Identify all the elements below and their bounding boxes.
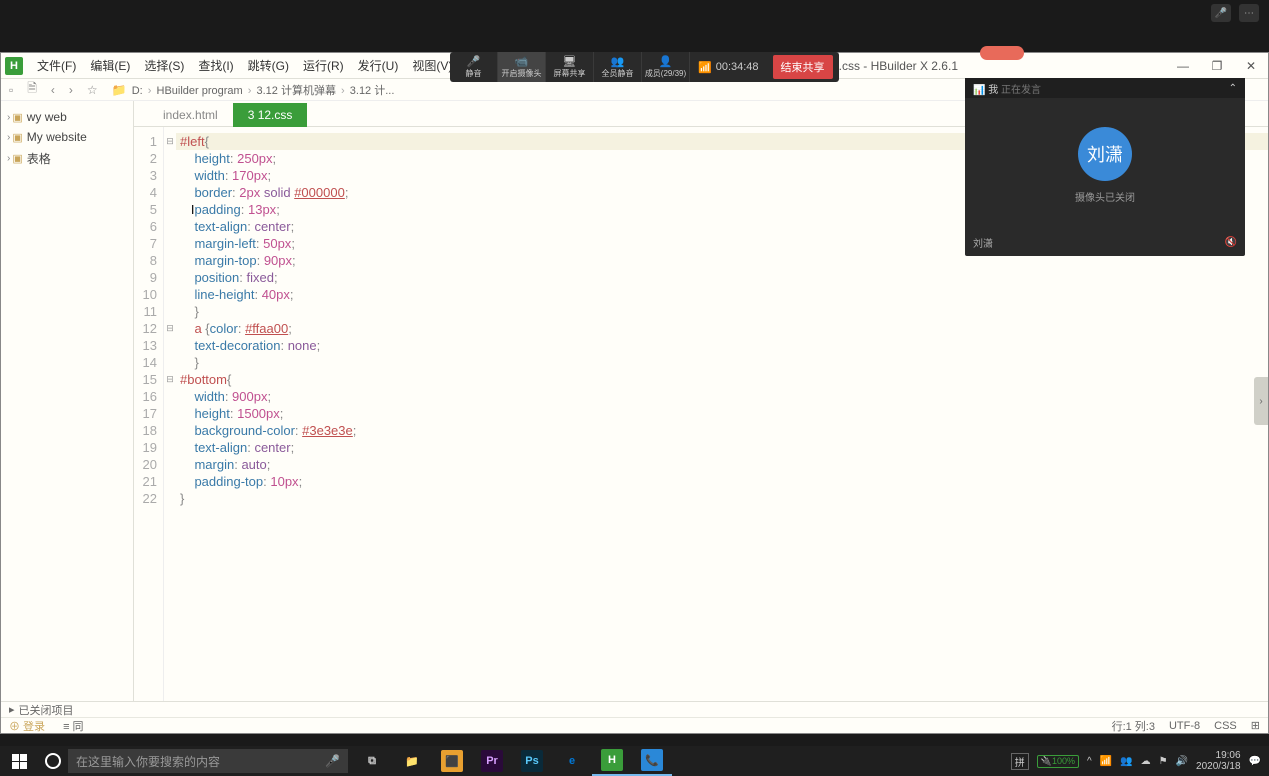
wifi-icon[interactable]: 📶 [1100,756,1112,767]
login-button[interactable]: ⊕ 登录 [9,718,45,734]
menu-edit[interactable]: 编辑(E) [84,55,136,76]
bc-part-1[interactable]: 3.12 计算机弹幕 [257,85,336,97]
me-label: 我 [988,85,998,96]
meet-mute-button[interactable]: 🎤静音 [450,52,498,82]
collapse-panel-icon[interactable]: ⌃ [1229,83,1237,94]
system-tray: 拼 🔌100% ^ 📶 👥 ☁ ⚑ 🔊 19:062020/3/18 💬 [1003,750,1269,772]
battery-indicator[interactable]: 🔌100% [1037,755,1079,768]
forward-icon[interactable]: › [69,83,73,97]
closed-projects-panel[interactable]: ▸ 已关闭项目 [1,701,1268,717]
browser-chrome-top: 🎤 ⋯ [0,0,1269,52]
collapse-icon[interactable]: ▸ [9,703,15,716]
floating-red-shape [980,46,1024,60]
taskbar-app-task-view[interactable]: ⧉ [352,746,392,776]
signal-icon: 📶 [698,61,712,74]
bars-icon: 📊 [973,85,985,96]
speaking-status: 正在发言 [1001,85,1041,96]
maximize-button[interactable]: ❐ [1200,54,1234,78]
windows-taskbar: 在这里输入你要搜索的内容 🎤 ⧉📁⬛PrPseH📞 拼 🔌100% ^ 📶 👥 … [0,746,1269,776]
windows-logo-icon [12,754,27,769]
menu-goto[interactable]: 跳转(G) [242,55,295,76]
more-icon[interactable]: ⋯ [1239,4,1259,22]
language-mode[interactable]: CSS [1214,720,1237,732]
taskbar-app-app-orange[interactable]: ⬛ [432,746,472,776]
meeting-timer: 📶00:34:48 [690,61,767,74]
participant-name: 刘潇 [973,235,993,250]
folder-icon: 📁 [112,83,127,97]
search-input[interactable]: 在这里输入你要搜索的内容 🎤 [68,749,348,773]
tab-3-12-css[interactable]: 3 12.css [233,103,308,127]
bc-drive[interactable]: D: [132,85,143,97]
clock[interactable]: 19:062020/3/18 [1196,750,1241,772]
participant-header: 📊 我 正在发言 ⌃ [965,78,1245,98]
camera-off-label: 摄像头已关闭 [1075,189,1135,204]
flag-icon[interactable]: ⚑ [1159,756,1168,767]
mic-icon[interactable]: 🎤 [325,754,340,768]
minimize-button[interactable]: — [1166,54,1200,78]
taskbar-apps: ⧉📁⬛PrPseH📞 [352,746,672,776]
tab-index-html[interactable]: index.html [148,103,233,127]
meet-camera-button[interactable]: 📹开启摄像头 [498,52,546,82]
start-button[interactable] [0,746,38,776]
breadcrumb[interactable]: 📁 D: › HBuilder program › 3.12 计算机弹幕 › 3… [110,82,395,98]
menu-file[interactable]: 文件(F) [31,55,82,76]
volume-icon[interactable]: 🔊 [1176,756,1188,767]
meet-mute-all-button[interactable]: 👥全员静音 [594,52,642,82]
participant-panel[interactable]: 📊 我 正在发言 ⌃ 刘潇 摄像头已关闭 刘潇 🔇 [965,78,1245,256]
menu-run[interactable]: 运行(R) [297,55,350,76]
closed-projects-label: 已关闭项目 [19,702,74,718]
taskbar-app-edge[interactable]: e [552,746,592,776]
status-bar: ⊕ 登录 ≡ 同 行:1 列:3 UTF-8 CSS ⊞ [1,717,1268,733]
menu-select[interactable]: 选择(S) [138,55,190,76]
taskbar-app-tencent-meeting[interactable]: 📞 [632,746,672,776]
tree-item-wyweb[interactable]: ›▣wy web [1,107,133,127]
end-share-button[interactable]: 结束共享 [773,55,833,79]
grid-icon[interactable]: ⊞ [1251,719,1260,732]
cursor-position: 行:1 列:3 [1112,718,1155,734]
back-icon[interactable]: ‹ [51,83,55,97]
mute-indicator-icon: 🔇 [1225,237,1237,248]
app-logo: H [5,57,23,75]
cloud-icon[interactable]: ☁ [1141,756,1151,767]
mic-icon[interactable]: 🎤 [1211,4,1231,22]
new-file-icon[interactable]: ▫ [9,83,13,97]
search-placeholder: 在这里输入你要搜索的内容 [76,753,220,770]
menu-find[interactable]: 查找(I) [192,55,239,76]
avatar: 刘潇 [1078,127,1132,181]
close-button[interactable]: ✕ [1234,54,1268,78]
taskbar-app-hbuilder[interactable]: H [592,746,632,776]
bc-part-0[interactable]: HBuilder program [157,85,243,97]
bc-part-2[interactable]: 3.12 计... [350,85,395,97]
meet-share-button[interactable]: 🖥屏幕共享 [546,52,594,82]
encoding[interactable]: UTF-8 [1169,720,1200,732]
save-icon[interactable]: 🗎 [27,79,37,100]
cortana-button[interactable] [38,753,68,769]
notifications-icon[interactable]: 💬 [1249,756,1261,767]
star-icon[interactable]: ☆ [87,83,98,97]
sync-button[interactable]: ≡ 同 [63,718,83,734]
meet-members-button[interactable]: 👤成员(29/39) [642,52,690,82]
ime-indicator[interactable]: 拼 [1011,753,1029,770]
tree-item-mywebsite[interactable]: ›▣My website [1,127,133,147]
taskbar-app-premiere[interactable]: Pr [472,746,512,776]
fold-column: ⊟⊟⊟ [164,127,176,701]
cortana-icon [45,753,61,769]
taskbar-app-explorer[interactable]: 📁 [392,746,432,776]
tray-expand-icon[interactable]: ^ [1087,756,1092,767]
line-number-gutter: 12345678910111213141516171819202122 [134,127,164,701]
taskbar-app-photoshop[interactable]: Ps [512,746,552,776]
project-sidebar: ›▣wy web ›▣My website ›▣表格 [1,101,134,701]
menu-publish[interactable]: 发行(U) [352,55,405,76]
tree-item-table[interactable]: ›▣表格 [1,147,133,170]
meeting-toolbar[interactable]: 🎤静音 📹开启摄像头 🖥屏幕共享 👥全员静音 👤成员(29/39) 📶00:34… [450,52,839,82]
expand-handle-icon[interactable]: › [1254,377,1268,425]
people-icon[interactable]: 👥 [1120,756,1132,767]
